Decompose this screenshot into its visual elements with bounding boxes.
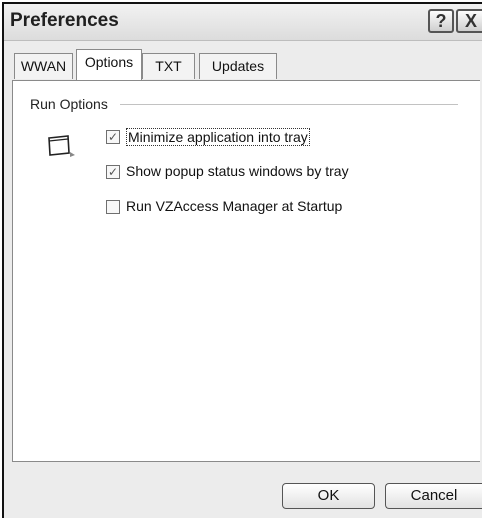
window-title: Preferences xyxy=(10,10,119,31)
show-popup-label[interactable]: Show popup status windows by tray xyxy=(126,163,349,179)
run-options-label: Run Options xyxy=(30,96,112,112)
close-button[interactable]: X xyxy=(456,9,482,33)
tab-options[interactable]: Options xyxy=(76,49,142,80)
minimize-to-tray-checkbox[interactable]: ✓ xyxy=(106,130,120,144)
help-button[interactable]: ? xyxy=(428,9,454,33)
run-at-startup-checkbox[interactable] xyxy=(106,200,120,214)
minimize-to-tray-label[interactable]: Minimize application into tray xyxy=(126,128,310,146)
ok-button[interactable]: OK xyxy=(282,483,375,509)
title-bar: Preferences ? X xyxy=(4,4,482,41)
tray-window-icon xyxy=(48,135,75,157)
tab-wwan[interactable]: WWAN xyxy=(14,53,73,79)
tab-updates[interactable]: Updates xyxy=(199,53,277,79)
show-popup-checkbox[interactable]: ✓ xyxy=(106,165,120,179)
group-divider xyxy=(120,104,458,105)
tab-txt[interactable]: TXT xyxy=(142,53,195,79)
run-at-startup-label[interactable]: Run VZAccess Manager at Startup xyxy=(126,198,342,214)
cancel-button[interactable]: Cancel xyxy=(385,483,482,509)
